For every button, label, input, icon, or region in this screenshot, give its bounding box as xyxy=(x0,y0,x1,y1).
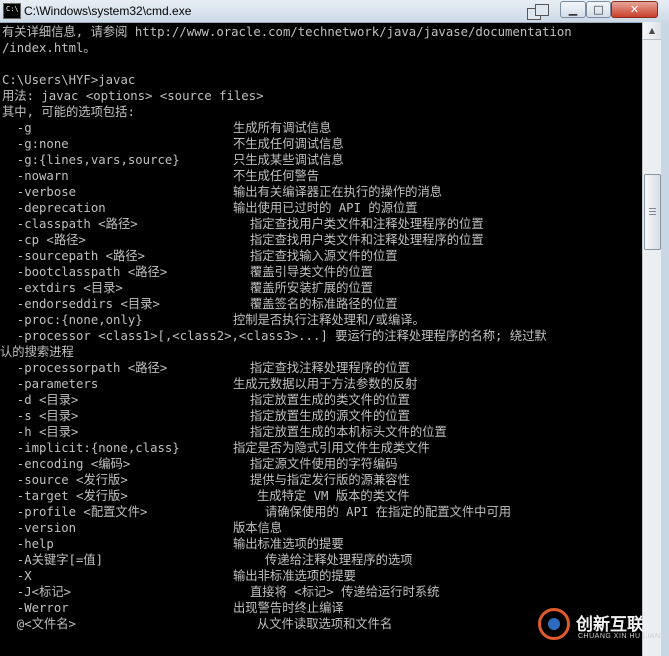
cmd-window: C:\ C:\Windows\system32\cmd.exe ▁ □ ✕ 有关… xyxy=(0,0,669,656)
console-line: /index.html。 xyxy=(2,41,96,55)
option-description: 指定是否为隐式引用文件生成类文件 xyxy=(233,441,430,455)
watermark-subtext: CHUANG XIN HU LIAN xyxy=(578,633,661,640)
option-description: 指定放置生成的类文件的位置 xyxy=(250,393,410,407)
window-stack-icon xyxy=(527,4,551,20)
console-line: C:\Users\HYF>javac xyxy=(2,73,136,87)
option-flag: -J<标记> xyxy=(2,585,72,599)
window-frame-right xyxy=(661,22,669,656)
option-flag: -nowarn xyxy=(2,169,69,183)
option-flag: -classpath <路径> xyxy=(2,217,138,231)
cmd-icon[interactable]: C:\ xyxy=(3,3,21,19)
option-description: 输出有关编译器正在执行的操作的消息 xyxy=(233,185,443,199)
option-flag: -version xyxy=(2,521,77,535)
option-description: 生成所有调试信息 xyxy=(233,121,332,135)
window-title: C:\Windows\system32\cmd.exe xyxy=(24,4,192,18)
option-flag: -d <目录> xyxy=(2,393,79,407)
option-flag: -help xyxy=(2,537,54,551)
option-description: 直接将 <标记> 传递给运行时系统 xyxy=(250,585,440,599)
option-description: 版本信息 xyxy=(233,521,283,535)
option-description: 出现警告时终止编译 xyxy=(233,601,344,615)
option-description: 请确保使用的 API 在指定的配置文件中可用 xyxy=(265,505,512,519)
option-flag: @<文件名> xyxy=(2,617,76,631)
option-flag: -cp <路径> xyxy=(2,233,86,247)
option-flag: -deprecation xyxy=(2,201,106,215)
option-description: 指定放置生成的源文件的位置 xyxy=(250,409,410,423)
scrollbar-thumb[interactable] xyxy=(644,174,661,250)
option-description: 生成特定 VM 版本的类文件 xyxy=(257,489,410,503)
option-flag: -extdirs <目录> xyxy=(2,281,123,295)
option-flag: -X xyxy=(2,569,32,583)
option-flag: -Werror xyxy=(2,601,69,615)
title-bar[interactable]: C:\ C:\Windows\system32\cmd.exe ▁ □ ✕ xyxy=(0,0,669,23)
option-description: 只生成某些调试信息 xyxy=(233,153,344,167)
option-description: 指定查找注释处理程序的位置 xyxy=(250,361,410,375)
option-description: 提供与指定发行版的源兼容性 xyxy=(250,473,410,487)
option-description: 指定查找用户类文件和注释处理程序的位置 xyxy=(250,217,484,231)
watermark-text: 创新互联 xyxy=(576,615,644,635)
option-flag: -g:none xyxy=(2,137,69,151)
option-description: 覆盖签名的标准路径的位置 xyxy=(250,297,398,311)
option-description: 控制是否执行注释处理和/或编译。 xyxy=(233,313,425,327)
option-flag: -endorseddirs <目录> xyxy=(2,297,160,311)
option-flag: -verbose xyxy=(2,185,77,199)
option-flag: -source <发行版> xyxy=(2,473,128,487)
option-description: 传递给注释处理程序的选项 xyxy=(265,553,413,567)
option-flag: -proc:{none,only} xyxy=(2,313,143,327)
option-flag: -profile <配置文件> xyxy=(2,505,148,519)
maximize-button[interactable]: □ xyxy=(586,1,611,18)
console-line: 有关详细信息, 请参阅 http://www.oracle.com/techne… xyxy=(2,25,572,39)
option-flag: -parameters xyxy=(2,377,99,391)
option-description: 生成元数据以用于方法参数的反射 xyxy=(233,377,418,391)
option-description: 不生成任何调试信息 xyxy=(233,137,344,151)
minimize-button[interactable]: ▁ xyxy=(560,1,586,18)
option-flag: -sourcepath <路径> xyxy=(2,249,146,263)
option-flag: -A关键字[=值] xyxy=(2,553,104,567)
option-description: 输出使用已过时的 API 的源位置 xyxy=(233,201,418,215)
option-description: 从文件读取选项和文件名 xyxy=(257,617,393,631)
option-description: 覆盖所安装扩展的位置 xyxy=(250,281,373,295)
option-flag: -processor <class1>[,<class2>,<class3>..… xyxy=(2,329,547,343)
option-flag: -s <目录> xyxy=(2,409,79,423)
close-button[interactable]: ✕ xyxy=(611,1,658,18)
option-flag: -g:{lines,vars,source} xyxy=(2,153,180,167)
option-flag: -implicit:{none,class} xyxy=(2,441,180,455)
option-description: 指定放置生成的本机标头文件的位置 xyxy=(250,425,447,439)
option-description: 指定源文件使用的字符编码 xyxy=(250,457,398,471)
option-description: 指定查找用户类文件和注释处理程序的位置 xyxy=(250,233,484,247)
option-description: 覆盖引导类文件的位置 xyxy=(250,265,373,279)
console-line: 其中, 可能的选项包括: xyxy=(2,105,135,119)
option-flag: -bootclasspath <路径> xyxy=(2,265,168,279)
option-flag: -g xyxy=(2,121,32,135)
option-flag: -h <目录> xyxy=(2,425,79,439)
logo-icon xyxy=(538,608,570,640)
option-flag: -processorpath <路径> xyxy=(2,361,168,375)
option-flag: -target <发行版> xyxy=(2,489,128,503)
watermark-logo: 创新互联 CHUANG XIN HU LIAN xyxy=(538,604,662,648)
scroll-up-arrow-icon[interactable]: ▲ xyxy=(643,22,661,40)
option-description: 不生成任何警告 xyxy=(233,169,320,183)
option-flag: -encoding <编码> xyxy=(2,457,131,471)
vertical-scrollbar[interactable]: ▲ xyxy=(642,22,661,656)
option-description: 输出标准选项的提要 xyxy=(233,537,344,551)
option-description: 输出非标准选项的提要 xyxy=(233,569,356,583)
option-description: 指定查找输入源文件的位置 xyxy=(250,249,398,263)
console-line: 用法: javac <options> <source files> xyxy=(2,89,264,103)
option-flag: 认的搜索进程 xyxy=(0,345,74,359)
console-output[interactable]: 有关详细信息, 请参阅 http://www.oracle.com/techne… xyxy=(0,22,642,656)
